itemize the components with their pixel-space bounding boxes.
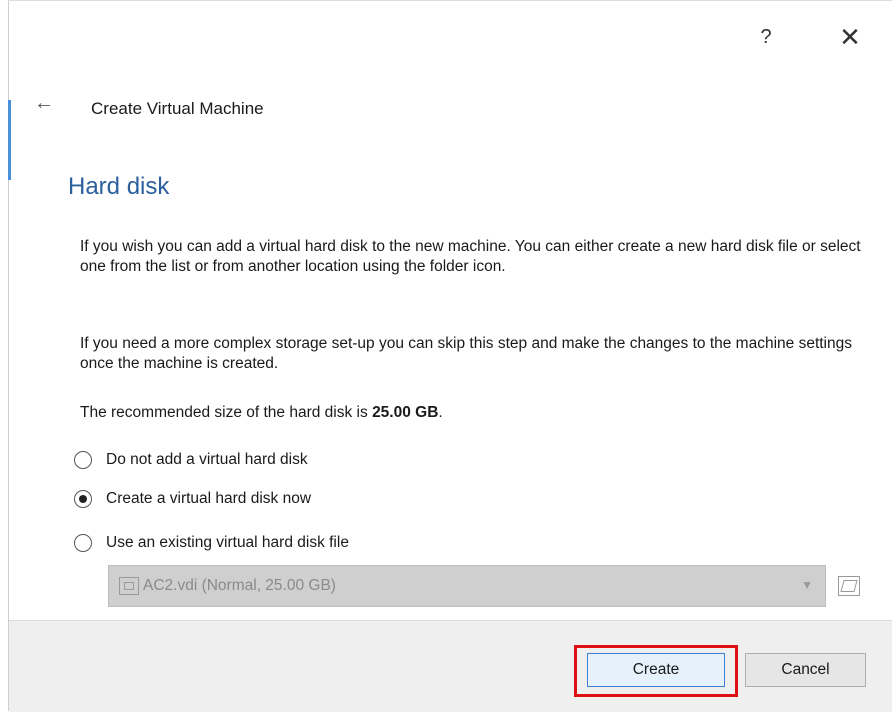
recommended-size-suffix: . xyxy=(438,404,443,421)
hard-disk-icon xyxy=(119,577,139,595)
option-label-existing-disk: Use an existing virtual hard disk file xyxy=(106,534,349,551)
section-title: Hard disk xyxy=(68,173,170,200)
wizard-title: Create Virtual Machine xyxy=(91,99,264,118)
choose-disk-folder-icon[interactable] xyxy=(838,576,860,596)
help-button[interactable]: ? xyxy=(746,22,786,52)
radio-button-create-disk[interactable] xyxy=(74,490,92,508)
recommended-size-prefix: The recommended size of the hard disk is xyxy=(80,404,373,421)
close-button[interactable]: ✕ xyxy=(830,22,870,52)
radio-button-no-disk[interactable] xyxy=(74,451,92,469)
description-paragraph-1: If you wish you can add a virtual hard d… xyxy=(80,238,861,275)
option-label-create-disk: Create a virtual hard disk now xyxy=(106,490,312,507)
option-existing-disk[interactable]: Use an existing virtual hard disk file xyxy=(74,534,349,552)
option-label-no-disk: Do not add a virtual hard disk xyxy=(106,451,308,468)
create-button[interactable]: Create xyxy=(587,653,725,687)
recommended-size-text: The recommended size of the hard disk is… xyxy=(80,403,865,423)
existing-disk-select[interactable]: AC2.vdi (Normal, 25.00 GB) ▼ xyxy=(108,565,826,607)
radio-button-existing-disk[interactable] xyxy=(74,534,92,552)
chevron-down-icon[interactable]: ▼ xyxy=(801,578,813,592)
window-accent-bar xyxy=(8,100,11,180)
option-create-disk[interactable]: Create a virtual hard disk now xyxy=(74,490,311,508)
back-arrow-icon[interactable]: ← xyxy=(34,92,54,115)
window-top-edge xyxy=(8,0,892,1)
description-paragraph-2: If you need a more complex storage set-u… xyxy=(80,335,852,372)
option-no-disk[interactable]: Do not add a virtual hard disk xyxy=(74,451,308,469)
recommended-size-value: 25.00 GB xyxy=(372,404,439,421)
cancel-button[interactable]: Cancel xyxy=(745,653,866,687)
existing-disk-value: AC2.vdi (Normal, 25.00 GB) xyxy=(143,577,336,594)
